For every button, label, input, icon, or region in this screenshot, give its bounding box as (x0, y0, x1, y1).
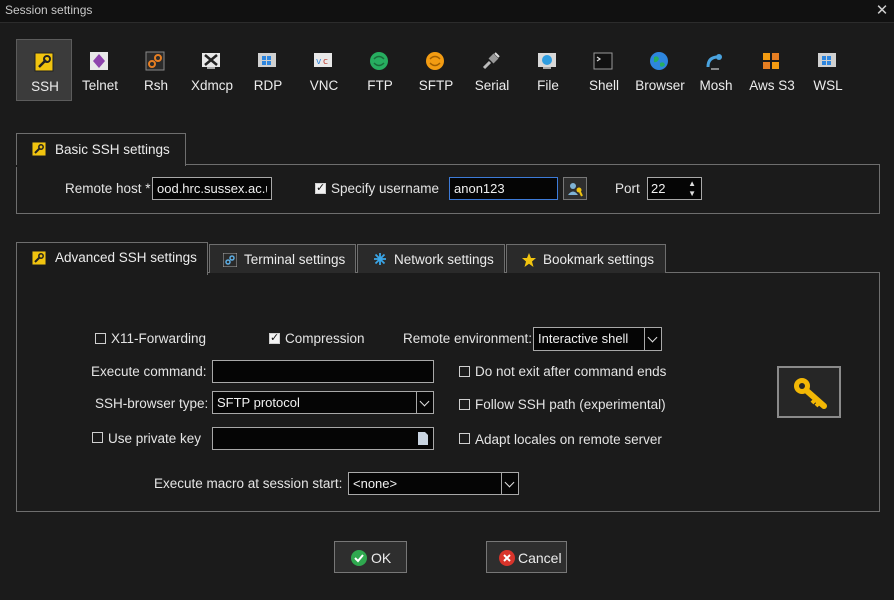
wsl-icon (818, 53, 836, 67)
execute-command-input[interactable] (212, 360, 434, 383)
spin-up-icon[interactable]: ▲ (688, 179, 696, 188)
protocol-telnet[interactable]: Telnet (72, 39, 128, 101)
chevron-down-icon (416, 392, 433, 413)
macro-label: Execute macro at session start: (154, 476, 343, 491)
use-private-key-label: Use private key (108, 431, 202, 446)
file-browse-icon[interactable] (418, 432, 428, 445)
adapt-locales-label: Adapt locales on remote server (475, 432, 662, 447)
protocol-ftp[interactable]: FTP (352, 39, 408, 101)
compression-label: Compression (285, 331, 365, 346)
macro-select[interactable]: <none> (348, 472, 519, 495)
protocol-rdp[interactable]: RDP (240, 39, 296, 101)
port-value: 22 (651, 181, 666, 196)
protocol-wsl[interactable]: WSL (800, 39, 856, 101)
protocol-xdmcp[interactable]: Xdmcp (184, 39, 240, 101)
rsh-icon (145, 51, 165, 71)
chevron-down-icon (501, 473, 518, 494)
adapt-locales-checkbox[interactable] (459, 433, 470, 444)
protocol-sftp[interactable]: SFTP (408, 39, 464, 101)
use-private-key-checkbox[interactable] (92, 432, 103, 443)
protocol-rsh[interactable]: Rsh (128, 39, 184, 101)
remote-host-input[interactable] (152, 177, 272, 200)
key-icon (794, 378, 827, 409)
xdmcp-icon (202, 53, 220, 69)
protocol-ssh[interactable]: SSH (16, 39, 72, 101)
protocol-vnc[interactable]: vc VNC (296, 39, 352, 101)
port-label: Port (615, 181, 640, 196)
chevron-down-icon (644, 328, 661, 350)
shell-icon (593, 52, 613, 70)
remote-host-label: Remote host * (65, 181, 151, 196)
protocol-browser[interactable]: Browser (632, 39, 688, 101)
execute-command-label: Execute command: (91, 364, 207, 379)
ok-button[interactable]: OK (334, 541, 407, 573)
do-not-exit-label: Do not exit after command ends (475, 364, 667, 379)
svg-text:v: v (316, 57, 322, 67)
ssh-browser-type-value: SFTP protocol (217, 395, 300, 410)
title-bar: Session settings ✕ (0, 0, 894, 23)
follow-ssh-path-label: Follow SSH path (experimental) (475, 397, 666, 412)
wrench-icon (34, 52, 54, 72)
serial-icon (482, 52, 500, 70)
protocol-shell[interactable]: Shell (576, 39, 632, 101)
tab-basic-ssh-settings[interactable]: Basic SSH settings (16, 133, 186, 166)
user-manager-button[interactable] (563, 177, 587, 200)
rdp-icon (258, 53, 276, 67)
tab-join (17, 271, 207, 274)
protocol-aws-s3[interactable]: Aws S3 (744, 39, 800, 101)
protocol-serial[interactable]: Serial (464, 39, 520, 101)
telnet-icon (90, 52, 108, 70)
window-title: Session settings (5, 3, 93, 17)
tab-terminal-settings[interactable]: Terminal settings (209, 244, 356, 273)
vnc-icon: vc (314, 53, 332, 67)
tab-bookmark-settings[interactable]: Bookmark settings (506, 244, 666, 273)
close-icon: ✕ (875, 2, 889, 19)
protocol-file[interactable]: File (520, 39, 576, 101)
remote-environment-select[interactable]: Interactive shell (533, 327, 662, 351)
svg-text:c: c (323, 57, 328, 67)
user-key-icon (568, 183, 583, 197)
remote-environment-label: Remote environment: (403, 331, 533, 346)
do-not-exit-checkbox[interactable] (459, 366, 470, 377)
protocol-mosh[interactable]: Mosh (688, 39, 744, 101)
file-icon (538, 53, 556, 69)
ftp-icon (370, 52, 388, 70)
star-icon (522, 253, 536, 267)
specify-username-label: Specify username (331, 181, 440, 196)
port-spinbox[interactable]: 22 ▲ ▼ (647, 177, 702, 200)
network-icon (374, 253, 386, 265)
aws-s3-icon (763, 53, 779, 69)
x11-forwarding-label: X11-Forwarding (111, 331, 207, 346)
check-circle-icon (351, 550, 367, 566)
key-manager-button[interactable] (777, 366, 841, 418)
wrench-icon (32, 251, 46, 265)
username-input[interactable] (449, 177, 558, 200)
tab-join (16, 165, 185, 167)
macro-value: <none> (353, 476, 398, 491)
private-key-input[interactable] (212, 427, 434, 450)
specify-username-checkbox[interactable] (315, 181, 326, 194)
cancel-circle-icon (499, 550, 515, 566)
follow-ssh-path-checkbox[interactable] (459, 399, 470, 410)
sftp-icon (426, 52, 444, 70)
ssh-browser-type-select[interactable]: SFTP protocol (212, 391, 434, 414)
mosh-icon (706, 54, 722, 70)
remote-environment-value: Interactive shell (538, 331, 629, 346)
x11-forwarding-checkbox[interactable] (95, 333, 106, 344)
terminal-icon (223, 253, 237, 267)
browser-icon (650, 52, 668, 70)
cancel-button[interactable]: Cancel (486, 541, 567, 573)
tab-network-settings[interactable]: Network settings (357, 244, 505, 273)
wrench-icon (32, 142, 46, 156)
ssh-browser-type-label: SSH-browser type: (95, 396, 209, 411)
close-button[interactable]: ✕ (872, 1, 892, 21)
spin-down-icon[interactable]: ▼ (688, 189, 696, 198)
compression-checkbox[interactable] (269, 331, 280, 344)
